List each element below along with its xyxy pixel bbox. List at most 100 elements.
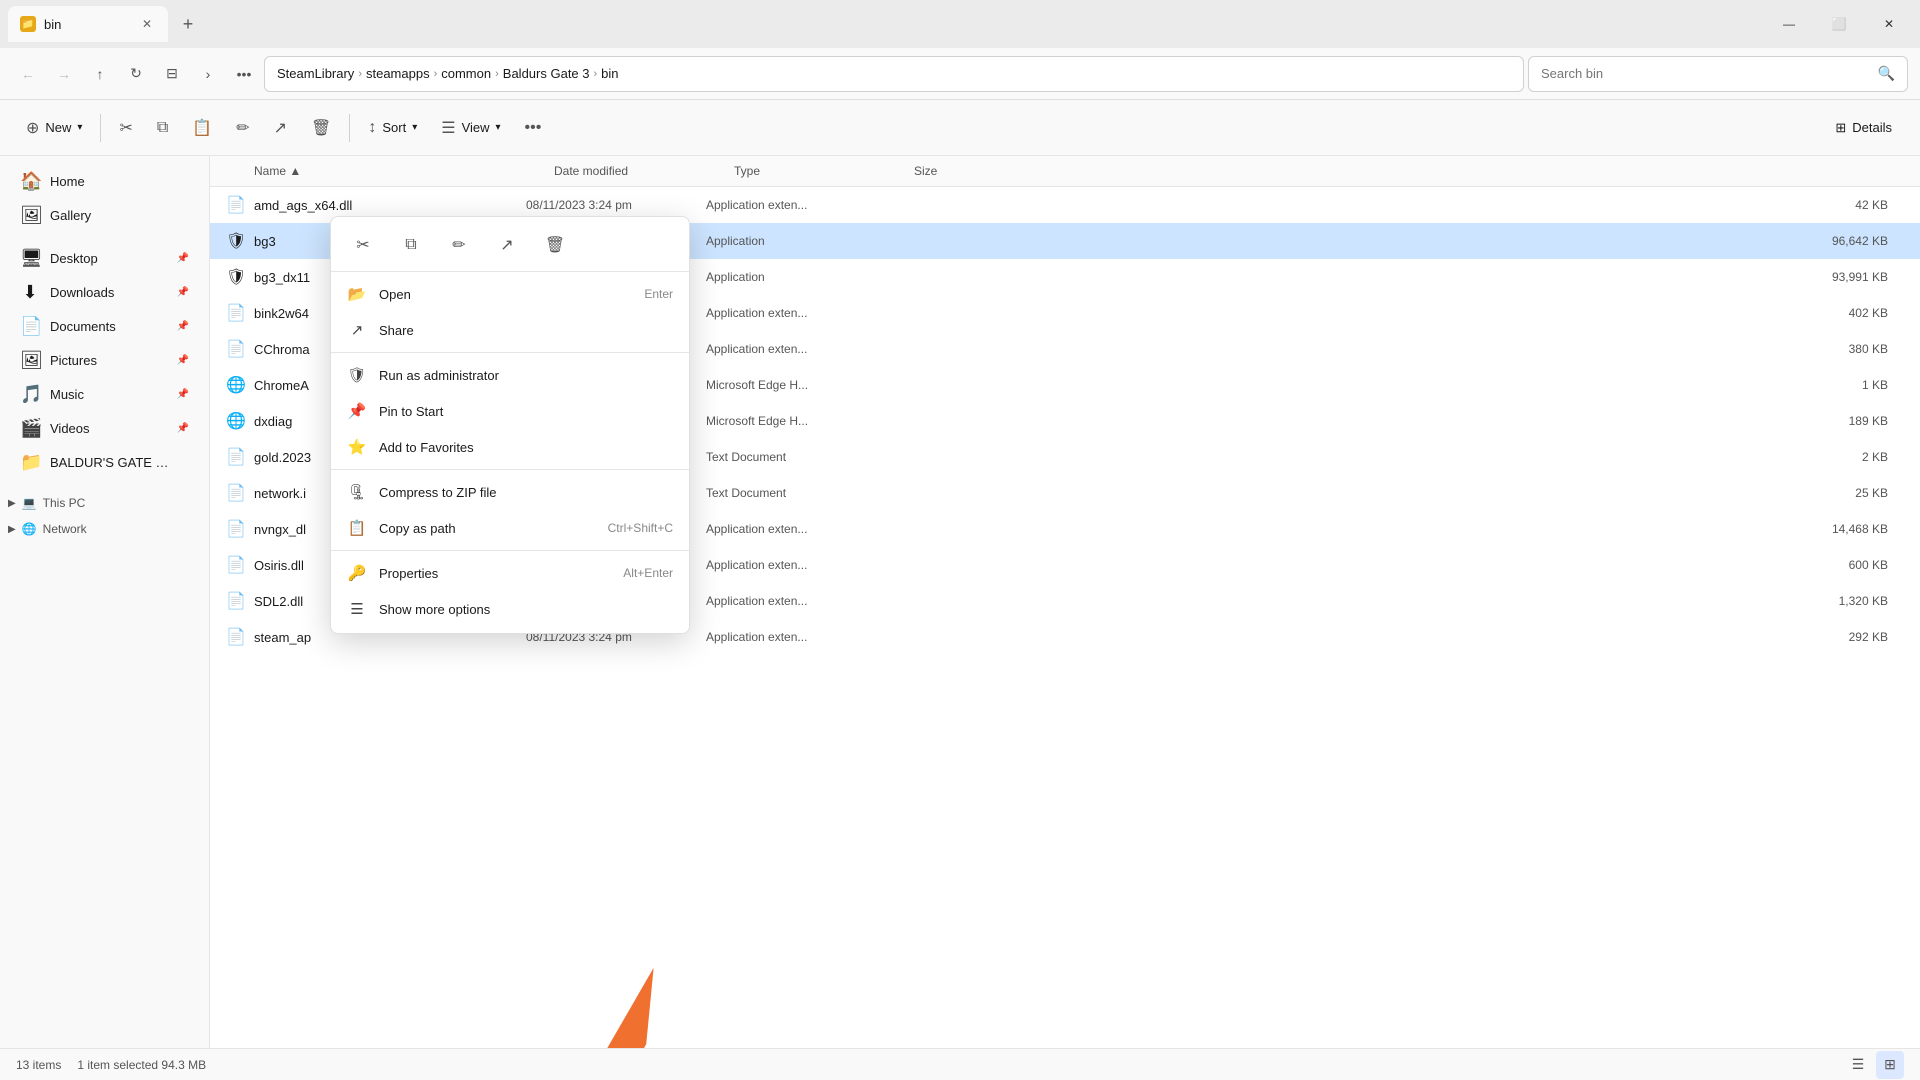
ctx-compress-label: Compress to ZIP file <box>379 485 673 500</box>
close-button[interactable]: ✕ <box>1866 8 1912 40</box>
view-label: View <box>462 120 490 135</box>
sidebar-item-home[interactable]: 🏠 Home <box>4 165 205 198</box>
sidebar-label-desktop: Desktop <box>50 251 98 266</box>
more-options-button[interactable]: ••• <box>515 113 552 143</box>
cut-button[interactable]: ✂ <box>109 112 142 144</box>
documents-icon: 📄 <box>20 316 40 337</box>
details-view-button[interactable]: ⊞ <box>1876 1051 1904 1079</box>
videos-icon: 🎬 <box>20 418 40 439</box>
breadcrumb-sep-1: › <box>358 68 362 80</box>
details-label: Details <box>1852 120 1892 135</box>
paste-icon: 📋 <box>192 118 212 138</box>
sidebar-label-gallery: Gallery <box>50 208 91 223</box>
breadcrumb-common[interactable]: common <box>441 66 491 81</box>
desktop-icon: 🖥 <box>20 248 40 269</box>
ctx-copy-button[interactable]: ⧉ <box>395 229 427 261</box>
ctx-item-run-as-admin[interactable]: 🛡 Run as administrator <box>331 357 689 393</box>
breadcrumb-sep-4: › <box>594 68 598 80</box>
sidebar-item-documents[interactable]: 📄 Documents 📌 <box>4 310 205 343</box>
pin-icon-music: 📌 <box>177 389 189 400</box>
ctx-compress-icon: 🗜 <box>347 482 367 502</box>
paste-button[interactable]: 📋 <box>182 112 222 144</box>
sidebar-item-pictures[interactable]: 🖼 Pictures 📌 <box>4 344 205 377</box>
minimize-button[interactable]: — <box>1766 8 1812 40</box>
expand-icon-this-pc: ▶ <box>8 498 16 509</box>
sidebar-item-downloads[interactable]: ⬇ Downloads 📌 <box>4 276 205 309</box>
ctx-item-more-options[interactable]: ☰ Show more options <box>331 591 689 627</box>
sidebar: 🏠 Home 🖼 Gallery 🖥 Desktop 📌 ⬇ Downloads… <box>0 156 210 1048</box>
status-bar: 13 items 1 item selected 94.3 MB ☰ ⊞ <box>0 1048 1920 1080</box>
new-chevron-icon: ▾ <box>77 122 82 133</box>
tab-bin[interactable]: 📁 bin ✕ <box>8 6 168 42</box>
share-button[interactable]: ↗ <box>264 112 297 144</box>
toolbar-separator-2 <box>349 114 350 142</box>
search-icon[interactable]: 🔍 <box>1878 65 1895 82</box>
context-menu-toolbar: ✂ ⧉ ✏ ↗ 🗑 <box>331 223 689 272</box>
delete-icon: 🗑 <box>311 118 331 138</box>
rename-button[interactable]: ✏ <box>226 112 259 144</box>
breadcrumb-baldurs[interactable]: Baldurs Gate 3 <box>503 66 590 81</box>
breadcrumb-sep-3: › <box>495 68 499 80</box>
search-input[interactable] <box>1541 66 1870 81</box>
pictures-icon: 🖼 <box>20 350 40 371</box>
ctx-cut-button[interactable]: ✂ <box>347 229 379 261</box>
sidebar-group-network[interactable]: ▶ 🌐 Network <box>0 518 209 540</box>
expand-path-button[interactable]: › <box>192 58 224 90</box>
ctx-run-as-admin-label: Run as administrator <box>379 368 673 383</box>
maximize-button[interactable]: ⬜ <box>1816 8 1862 40</box>
sidebar-label-music: Music <box>50 387 84 402</box>
back-button[interactable]: ← <box>12 58 44 90</box>
view-icon: ☰ <box>441 118 455 138</box>
sidebar-item-gallery[interactable]: 🖼 Gallery <box>4 199 205 232</box>
context-menu: ✂ ⧉ ✏ ↗ 🗑 📂 Open Enter ↗ Share 🛡 Run as … <box>330 216 690 634</box>
breadcrumb-steamapps[interactable]: steamapps <box>366 66 430 81</box>
ctx-rename-button[interactable]: ✏ <box>443 229 475 261</box>
ctx-item-share[interactable]: ↗ Share <box>331 312 689 348</box>
context-menu-separator <box>331 352 689 353</box>
ctx-item-open[interactable]: 📂 Open Enter <box>331 276 689 312</box>
main-layout: 🏠 Home 🖼 Gallery 🖥 Desktop 📌 ⬇ Downloads… <box>0 156 1920 1048</box>
ctx-item-pin-start[interactable]: 📌 Pin to Start <box>331 393 689 429</box>
ctx-item-properties[interactable]: 🔑 Properties Alt+Enter <box>331 555 689 591</box>
toolbar: ⊕ New ▾ ✂ ⧉ 📋 ✏ ↗ 🗑 ↕ Sort ▾ ☰ View ▾ ••… <box>0 100 1920 156</box>
pin-icon-documents: 📌 <box>177 321 189 332</box>
sidebar-item-music[interactable]: 🎵 Music 📌 <box>4 378 205 411</box>
delete-button[interactable]: 🗑 <box>301 112 341 144</box>
details-button[interactable]: ⊞ Details <box>1823 114 1904 142</box>
breadcrumb-bar[interactable]: SteamLibrary › steamapps › common › Bald… <box>264 56 1524 92</box>
breadcrumb-steamlibrary[interactable]: SteamLibrary <box>277 66 354 81</box>
copy-button[interactable]: ⧉ <box>147 113 178 143</box>
location-toggle-button[interactable]: ⊟ <box>156 58 188 90</box>
sidebar-item-desktop[interactable]: 🖥 Desktop 📌 <box>4 242 205 275</box>
view-button[interactable]: ☰ View ▾ <box>431 112 510 144</box>
view-chevron-icon: ▾ <box>496 122 501 133</box>
tab-label: bin <box>44 17 61 32</box>
sidebar-group-this-pc[interactable]: ▶ 💻 This PC <box>0 492 209 514</box>
ctx-item-copy-path[interactable]: 📋 Copy as path Ctrl+Shift+C <box>331 510 689 546</box>
new-button[interactable]: ⊕ New ▾ <box>16 112 92 144</box>
up-button[interactable]: ↑ <box>84 58 116 90</box>
toolbar-separator-1 <box>100 114 101 142</box>
rename-icon: ✏ <box>236 118 249 138</box>
sort-button[interactable]: ↕ Sort ▾ <box>358 113 427 143</box>
search-box[interactable]: 🔍 <box>1528 56 1908 92</box>
sidebar-item-videos[interactable]: 🎬 Videos 📌 <box>4 412 205 445</box>
new-tab-button[interactable]: + <box>172 8 204 40</box>
list-view-button[interactable]: ☰ <box>1844 1051 1872 1079</box>
pin-icon: 📌 <box>177 253 189 264</box>
sort-icon: ↕ <box>368 119 376 137</box>
forward-button[interactable]: → <box>48 58 80 90</box>
sidebar-item-baldurs[interactable]: 📁 BALDUR'S GATE 3 N <box>4 446 205 479</box>
breadcrumb-bin[interactable]: bin <box>601 66 618 81</box>
tab-close-button[interactable]: ✕ <box>138 15 156 33</box>
ctx-item-add-favorites[interactable]: ⭐ Add to Favorites <box>331 429 689 465</box>
ctx-run-as-admin-icon: 🛡 <box>347 365 367 385</box>
item-count: 13 items <box>16 1058 61 1072</box>
ctx-share-button[interactable]: ↗ <box>491 229 523 261</box>
ctx-item-compress[interactable]: 🗜 Compress to ZIP file <box>331 474 689 510</box>
more-nav-button[interactable]: ••• <box>228 58 260 90</box>
title-bar: 📁 bin ✕ + — ⬜ ✕ <box>0 0 1920 48</box>
refresh-button[interactable]: ↻ <box>120 58 152 90</box>
sort-chevron-icon: ▾ <box>412 122 417 133</box>
ctx-delete-button[interactable]: 🗑 <box>539 229 571 261</box>
